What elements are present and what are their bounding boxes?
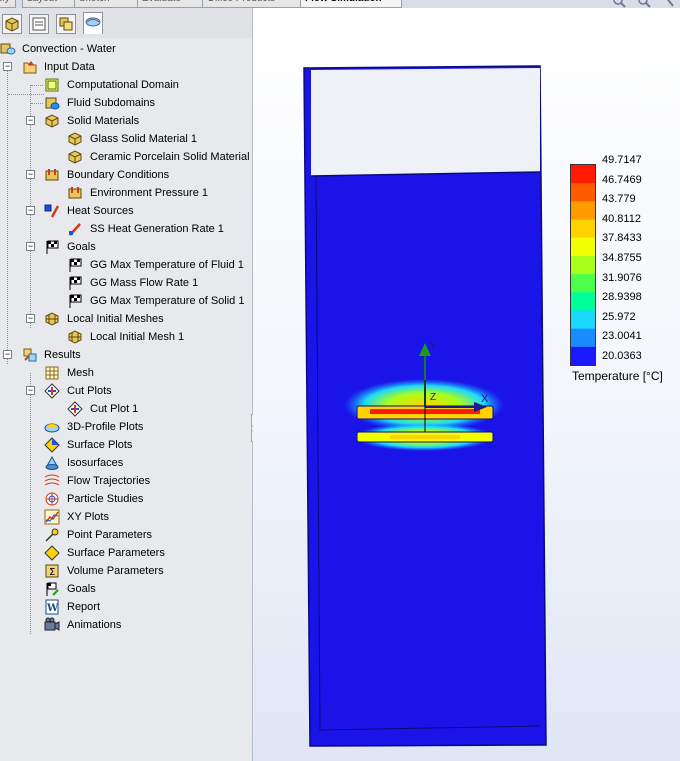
- legend-value: 43.779: [602, 193, 636, 206]
- legend-color-band: [571, 346, 595, 366]
- legend-title: Temperature [°C]: [572, 369, 663, 383]
- legend-color-band: [571, 328, 595, 348]
- legend-value: 25.972: [602, 310, 636, 323]
- axis-y-label: Y: [429, 340, 437, 352]
- legend-color-band: [571, 219, 595, 239]
- legend-color-band: [571, 310, 595, 330]
- temperature-legend-bar: [570, 164, 596, 366]
- legend-color-band: [571, 274, 595, 293]
- legend-value: 46.7469: [602, 173, 642, 186]
- legend-value: 49.7147: [602, 154, 642, 166]
- legend-color-band: [571, 255, 595, 275]
- legend-value: 23.0041: [602, 330, 642, 343]
- legend-color-band: [571, 165, 595, 184]
- legend-value: 37.8433: [602, 232, 642, 245]
- legend-value: 20.0363: [602, 350, 642, 362]
- legend-color-band: [571, 292, 595, 311]
- air-gap-region: [311, 68, 540, 176]
- legend-color-band: [571, 201, 595, 221]
- axis-z-label: Z: [430, 392, 436, 403]
- legend-color-band: [571, 237, 595, 257]
- legend-value: 40.8112: [602, 212, 641, 225]
- axis-x-label: X: [481, 393, 489, 405]
- legend-value: 31.9076: [602, 271, 642, 284]
- legend-value: 28.9398: [602, 291, 642, 304]
- legend-color-band: [571, 183, 595, 202]
- legend-value: 34.8755: [602, 252, 642, 264]
